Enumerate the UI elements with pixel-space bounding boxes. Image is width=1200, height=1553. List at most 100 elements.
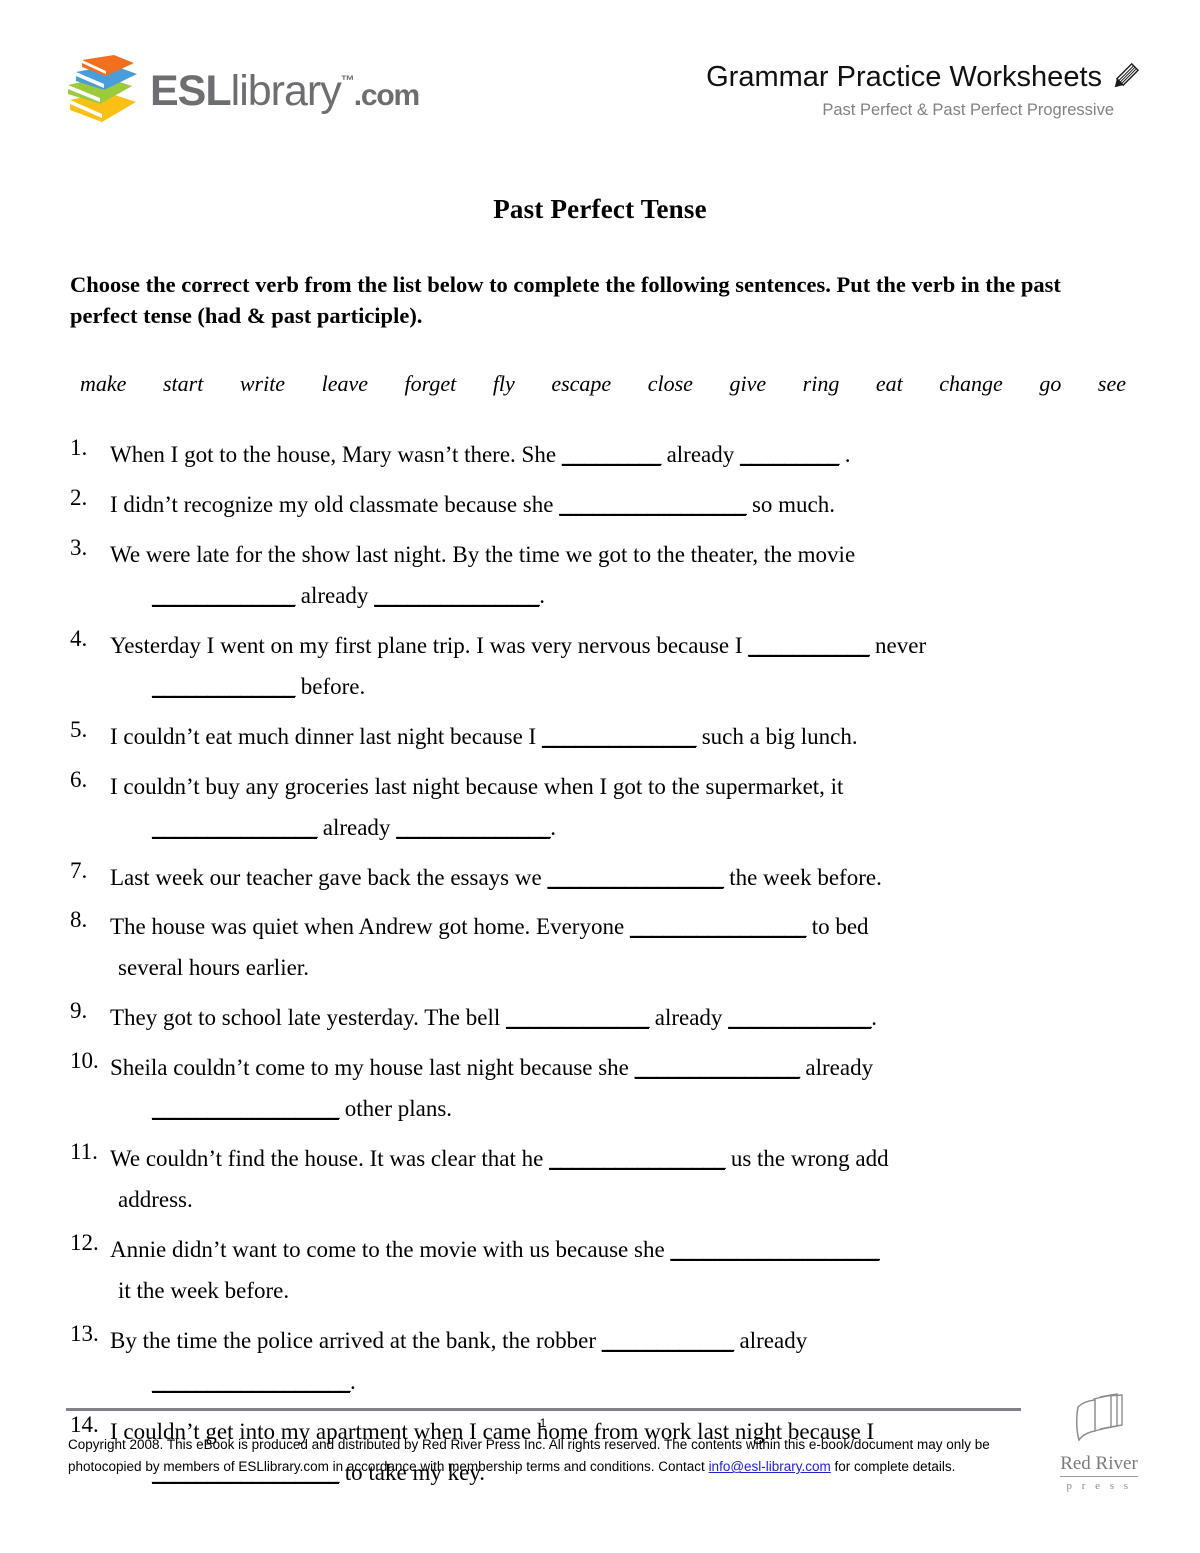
publisher-press-label: p r e s s <box>1066 1479 1132 1492</box>
esl-library-wordmark: ESLlibrary™.com <box>150 66 420 115</box>
word-bank-item: eat <box>875 371 903 397</box>
answer-blank[interactable]: ____________ <box>602 1328 735 1353</box>
question-text: We were late for the show last night. By… <box>110 535 1130 617</box>
answer-blank[interactable]: ______________ <box>396 815 551 840</box>
question-text: By the time the police arrived at the ba… <box>110 1321 1130 1403</box>
question-number: 8. <box>70 907 88 933</box>
word-bank-item: start <box>162 371 204 397</box>
question-line: Last week our teacher gave back the essa… <box>110 858 1130 899</box>
question-item: 11. We couldn’t find the house. It was cl… <box>70 1139 1130 1221</box>
sentence-text: already <box>733 1327 808 1353</box>
answer-blank[interactable]: ________________ <box>630 914 807 939</box>
logo-library-text: library <box>230 66 342 115</box>
question-number: 4. <box>70 625 88 651</box>
sentence-text: The house was quiet when Andrew got home… <box>110 914 630 940</box>
word-bank-item: fly <box>492 371 515 397</box>
answer-blank[interactable]: _________ <box>562 442 662 467</box>
answer-blank[interactable]: _____________ <box>152 583 296 608</box>
header-title-block: Grammar Practice Worksheets Past Perfect… <box>706 62 1142 120</box>
question-line: When I got to the house, Mary wasn’t the… <box>110 435 1130 476</box>
trademark-symbol: ™ <box>340 71 355 88</box>
answer-blank[interactable]: __________________ <box>152 1369 351 1394</box>
question-item: 10. Sheila couldn’t come to my house last… <box>70 1048 1130 1130</box>
sentence-text: never <box>869 632 927 658</box>
question-number: 12. <box>70 1230 99 1256</box>
sentence-text: other plans. <box>339 1096 453 1122</box>
answer-blank[interactable]: _______________ <box>374 583 540 608</box>
question-line: They got to school late yesterday. The b… <box>110 998 1130 1039</box>
sentence-text: They got to school late yesterday. The b… <box>110 1005 506 1031</box>
sentence-text: Sheila couldn’t come to my house last ni… <box>110 1055 635 1081</box>
verb-word-bank: make start write leave forget fly escape close g… <box>70 371 1130 397</box>
contact-email-link[interactable]: info@esl-library.com <box>709 1459 831 1474</box>
answer-blank[interactable]: ___________________ <box>670 1237 880 1262</box>
answer-blank[interactable]: ___________ <box>748 633 870 658</box>
question-item: 7. Last week our teacher gave back the es… <box>70 858 1130 899</box>
sentence-text: I couldn’t buy any groceries last night … <box>110 773 844 799</box>
question-text: The house was quiet when Andrew got home… <box>110 907 1130 989</box>
page-title: Past Perfect Tense <box>493 194 707 224</box>
question-line: _____________ already _______________. <box>110 576 1130 617</box>
question-item: 9. They got to school late yesterday. The… <box>70 998 1130 1039</box>
answer-blank[interactable]: _____________ <box>152 674 296 699</box>
answer-blank[interactable]: _________________ <box>152 1096 340 1121</box>
question-number: 3. <box>70 534 88 560</box>
worksheet-body: Past Perfect Tense Choose the correct ve… <box>70 180 1130 1503</box>
sentence-text: . <box>839 442 851 468</box>
sentence-text: the week before. <box>723 864 882 890</box>
sentence-text: . <box>550 814 556 840</box>
answer-blank[interactable]: ________________ <box>549 1146 726 1171</box>
word-bank-item: forget <box>404 371 457 397</box>
answer-blank[interactable]: ________________ <box>547 865 724 890</box>
word-bank-item: escape <box>551 371 612 397</box>
word-bank-item: go <box>1039 371 1062 397</box>
question-number: 5. <box>70 716 88 742</box>
question-line: Yesterday I went on my first plane trip.… <box>110 626 1130 667</box>
question-text: Yesterday I went on my first plane trip.… <box>110 626 1130 708</box>
question-text: I couldn’t buy any groceries last night … <box>110 767 1130 849</box>
sentence-text: By the time the police arrived at the ba… <box>110 1327 602 1353</box>
sentence-text: We were late for the show last night. By… <box>110 541 856 567</box>
answer-blank[interactable]: _____________ <box>506 1005 650 1030</box>
answer-blank[interactable]: _______________ <box>152 815 318 840</box>
footer-divider <box>66 1408 1021 1411</box>
sentence-text: to bed <box>805 914 869 940</box>
sentence-text: several hours earlier. <box>118 955 309 981</box>
question-line: Sheila couldn’t come to my house last ni… <box>110 1048 1130 1089</box>
sentence-text: . <box>539 582 545 608</box>
question-number: 2. <box>70 485 88 511</box>
publisher-name: Red River <box>1060 1453 1138 1477</box>
question-item: 2. I didn’t recognize my old classmate be… <box>70 485 1130 526</box>
instructions-text: Choose the correct verb from the list be… <box>70 272 1061 329</box>
answer-blank[interactable]: _________________ <box>559 492 747 517</box>
sentence-text: already <box>295 582 375 608</box>
question-line: Annie didn’t want to come to the movie w… <box>110 1230 1130 1271</box>
sentence-text: it the week before. <box>118 1277 290 1303</box>
question-item: 12. Annie didn’t want to come to the movi… <box>70 1230 1130 1312</box>
sentence-text: We couldn’t find the house. It was clear… <box>110 1146 550 1172</box>
question-line: several hours earlier. <box>110 948 1130 989</box>
answer-blank[interactable]: _____________ <box>728 1005 872 1030</box>
answer-blank[interactable]: ______________ <box>542 724 697 749</box>
question-line: _________________ other plans. <box>110 1089 1130 1130</box>
question-text: They got to school late yesterday. The b… <box>110 998 1130 1039</box>
question-line: I couldn’t buy any groceries last night … <box>110 767 1130 808</box>
question-line: We were late for the show last night. By… <box>110 535 1130 576</box>
question-number: 6. <box>70 766 88 792</box>
sentence-text: us the wrong add <box>725 1146 889 1172</box>
question-number: 13. <box>70 1320 99 1346</box>
question-number: 7. <box>70 857 88 883</box>
red-river-press-logo: Red River p r e s s <box>1040 1393 1158 1492</box>
logo-com-text: .com <box>353 78 420 112</box>
question-text: I didn’t recognize my old classmate beca… <box>110 485 1130 526</box>
sentence-text: I didn’t recognize my old classmate beca… <box>110 492 560 518</box>
question-text: When I got to the house, Mary wasn’t the… <box>110 435 1130 476</box>
answer-blank[interactable]: _________ <box>740 442 840 467</box>
sentence-text: already <box>649 1005 729 1031</box>
pencil-icon <box>1114 62 1140 88</box>
sentence-text: already <box>317 814 397 840</box>
answer-blank[interactable]: _______________ <box>635 1055 801 1080</box>
logo-esl-text: ESL <box>150 66 232 115</box>
question-line: I couldn’t eat much dinner last night be… <box>110 717 1130 758</box>
sentence-text: Yesterday I went on my first plane trip.… <box>110 632 749 658</box>
